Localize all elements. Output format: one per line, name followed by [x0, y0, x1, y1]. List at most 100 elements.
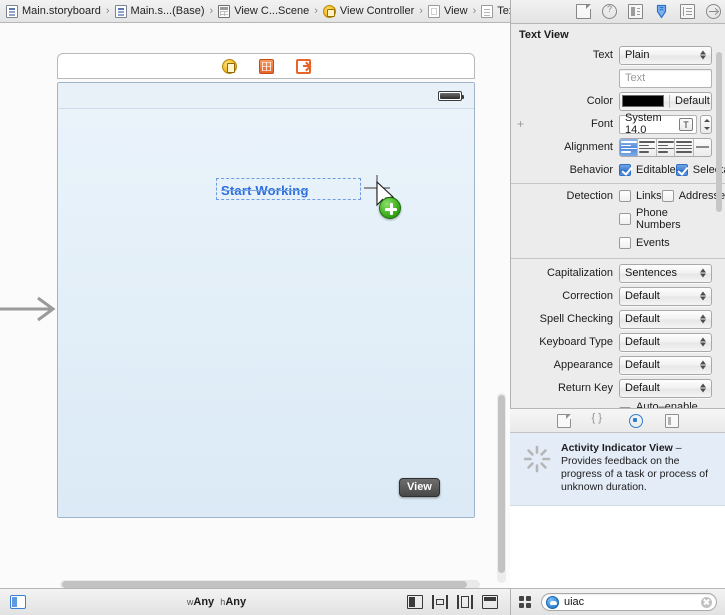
- list-item-dash: –: [672, 442, 682, 454]
- first-responder-dock-icon[interactable]: [258, 58, 274, 74]
- breadcrumb-item-text-view[interactable]: Text View: [481, 4, 510, 18]
- color-swatch[interactable]: [622, 95, 664, 107]
- search-input[interactable]: uiac: [564, 596, 701, 608]
- library-view-mode-toggle[interactable]: [519, 595, 533, 609]
- library-search-field[interactable]: uiac: [541, 593, 717, 611]
- text-style-popup[interactable]: Plain: [619, 45, 712, 65]
- file-template-library-tab[interactable]: [556, 413, 571, 428]
- start-working-label[interactable]: Start Working: [221, 183, 309, 198]
- alignment-justified-button[interactable]: [675, 138, 694, 156]
- scrollbar-thumb[interactable]: [498, 395, 505, 573]
- view-controller-dock-icon[interactable]: [221, 58, 237, 74]
- storyboard-canvas[interactable]: Start Working View: [0, 23, 510, 588]
- row-label-color: Color: [586, 95, 613, 107]
- divider: [511, 183, 725, 184]
- row-text: Text Plain: [511, 45, 725, 65]
- quick-help-inspector-tab[interactable]: [602, 4, 617, 19]
- exit-dock-icon[interactable]: [295, 58, 311, 74]
- storyboard-entry-point-arrow: [0, 295, 60, 323]
- capitalization-popup[interactable]: Sentences: [619, 263, 712, 283]
- file-inspector-tab[interactable]: [576, 4, 591, 19]
- status-bar: [58, 83, 474, 109]
- canvas-vertical-scrollbar[interactable]: [497, 393, 506, 583]
- clear-search-button[interactable]: [701, 596, 712, 608]
- font-picker-icon[interactable]: T: [679, 117, 693, 131]
- breadcrumb-item-label: Text View: [497, 5, 510, 17]
- row-capitalization: Capitalization Sentences: [511, 263, 725, 283]
- resizing-behavior-button[interactable]: [482, 595, 498, 609]
- breadcrumb-item-main-base[interactable]: Main.s...(Base): [114, 4, 205, 18]
- text-color-popup[interactable]: Default: [619, 91, 712, 111]
- auto-enable-return-key-checkbox[interactable]: Auto–enable Return Key: [619, 401, 712, 408]
- row-label-capitalization: Capitalization: [546, 267, 613, 279]
- font-size-stepper[interactable]: [700, 114, 712, 134]
- resolve-auto-layout-issues-button[interactable]: [457, 595, 473, 609]
- library-item-list[interactable]: Activity Indicator View – Provides feedb…: [510, 433, 725, 589]
- connections-inspector-tab[interactable]: [706, 4, 721, 19]
- align-button[interactable]: [407, 595, 423, 609]
- inspector-scrollbar[interactable]: [715, 52, 723, 408]
- font-field[interactable]: System 14.0 T: [619, 112, 697, 136]
- autolayout-toolbar: [407, 595, 498, 609]
- phone-numbers-label: Phone Numbers: [636, 207, 681, 231]
- keyboard-type-popup[interactable]: Default: [619, 332, 712, 352]
- links-checkbox[interactable]: Links: [619, 189, 662, 202]
- return-key-popup[interactable]: Default: [619, 378, 712, 398]
- breadcrumb: Main.storyboard › Main.s...(Base) › View…: [0, 0, 510, 23]
- identity-inspector-tab[interactable]: [628, 4, 643, 19]
- view-controller-scene[interactable]: Start Working: [57, 53, 475, 518]
- size-inspector-tab[interactable]: [680, 4, 695, 19]
- search-scope-token-icon[interactable]: [546, 595, 559, 609]
- correction-popup[interactable]: Default: [619, 286, 712, 306]
- canvas-horizontal-scrollbar[interactable]: [60, 580, 480, 588]
- alignment-natural-button[interactable]: [694, 139, 711, 156]
- breadcrumb-item-view-controller-scene[interactable]: View C...Scene: [218, 4, 309, 18]
- document-outline-toggle[interactable]: [10, 595, 26, 609]
- appearance-value: Default: [625, 359, 660, 371]
- text-content-input[interactable]: Text: [619, 68, 712, 88]
- add-badge-icon: [379, 197, 401, 219]
- chevron-updown-icon: [700, 382, 707, 395]
- breadcrumb-item-label: View: [443, 5, 468, 17]
- add-font-variation-icon[interactable]: +: [517, 118, 524, 130]
- scrollbar-thumb[interactable]: [62, 581, 467, 588]
- breadcrumb-item-view[interactable]: View: [427, 4, 468, 18]
- phone-numbers-checkbox[interactable]: Phone Numbers: [619, 207, 712, 231]
- scrollbar-thumb[interactable]: [716, 52, 722, 212]
- row-events: Events: [511, 233, 725, 252]
- view-controller-view[interactable]: Start Working: [57, 82, 475, 518]
- alignment-center-button[interactable]: [638, 138, 657, 156]
- text-view-object[interactable]: Start Working: [58, 109, 474, 517]
- library-tab-bar: [510, 409, 725, 433]
- alignment-right-button[interactable]: [657, 138, 676, 156]
- view-tooltip-badge: View: [399, 478, 440, 497]
- library-bottom-bar: uiac: [510, 588, 725, 615]
- events-checkbox[interactable]: Events: [619, 236, 712, 249]
- breadcrumb-separator: ›: [105, 4, 110, 17]
- alignment-left-button[interactable]: [620, 138, 639, 156]
- checkbox-icon: [675, 163, 688, 176]
- size-class-indicator[interactable]: wAny hAny: [26, 596, 407, 608]
- list-item-title: Activity Indicator View: [561, 442, 673, 454]
- chevron-updown-icon: [700, 313, 707, 326]
- capitalization-value: Sentences: [625, 267, 677, 279]
- text-style-value: Plain: [625, 49, 650, 61]
- row-label-behavior: Behavior: [569, 163, 613, 176]
- view-icon: [427, 4, 440, 18]
- code-snippet-library-tab[interactable]: [592, 412, 607, 428]
- breadcrumb-item-view-controller[interactable]: View Controller: [322, 4, 414, 18]
- library-panel: Activity Indicator View – Provides feedb…: [510, 408, 725, 589]
- editable-checkbox[interactable]: Editable: [619, 163, 676, 176]
- attributes-inspector-tab[interactable]: [654, 4, 669, 19]
- correction-value: Default: [625, 290, 660, 302]
- spell-checking-popup[interactable]: Default: [619, 309, 712, 329]
- breadcrumb-item-main-storyboard[interactable]: Main.storyboard: [6, 4, 101, 18]
- row-label-alignment: Alignment: [564, 141, 613, 153]
- media-library-tab[interactable]: [664, 413, 679, 428]
- list-item[interactable]: Activity Indicator View – Provides feedb…: [510, 433, 725, 506]
- size-class-width-value: Any: [193, 596, 215, 608]
- appearance-popup[interactable]: Default: [619, 355, 712, 375]
- object-library-tab[interactable]: [628, 413, 643, 428]
- row-label-font: Font: [590, 118, 613, 130]
- pin-button[interactable]: [432, 595, 448, 609]
